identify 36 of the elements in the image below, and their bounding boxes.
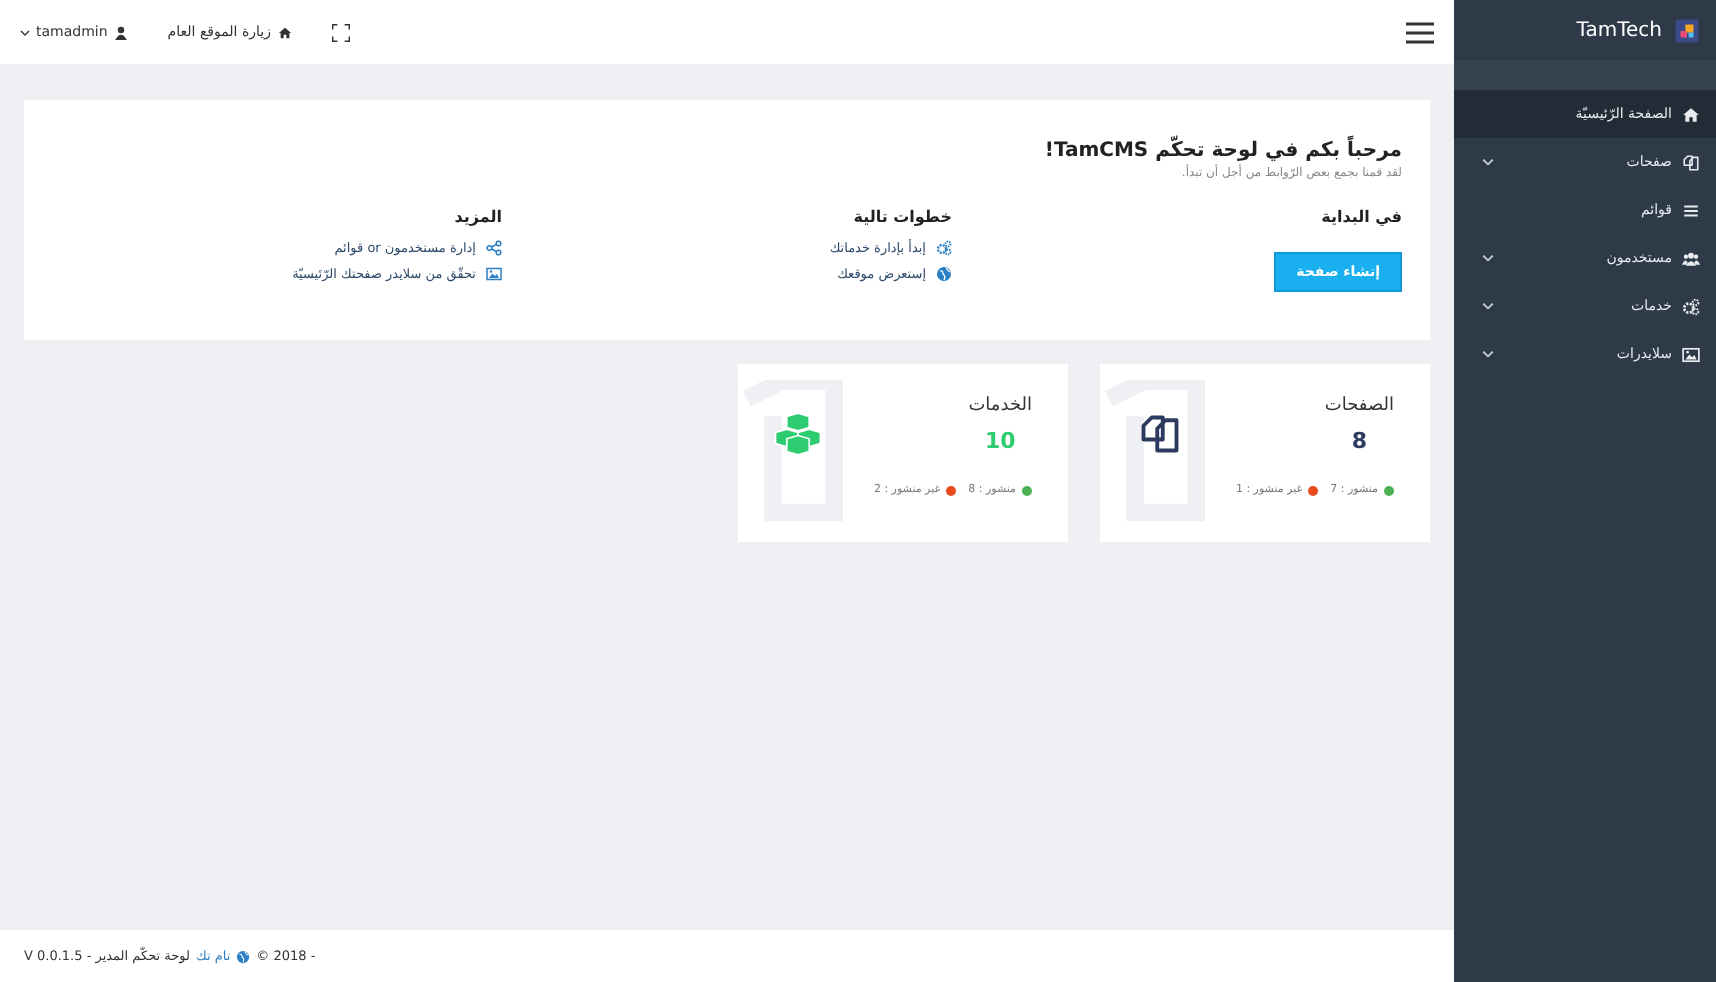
list-icon xyxy=(1682,201,1700,219)
stat-title: الصفحات xyxy=(1324,396,1394,416)
image-icon xyxy=(1682,345,1700,363)
chevron-down-icon xyxy=(20,29,30,35)
copy-pages-icon xyxy=(1136,412,1184,456)
copy-pages-icon xyxy=(1682,153,1700,171)
column-heading: خطوات تالية xyxy=(853,208,952,226)
globe-icon xyxy=(936,266,952,282)
status-dot xyxy=(946,485,957,495)
stat-count: 8 xyxy=(1351,428,1368,454)
stat-count: 10 xyxy=(984,428,1016,454)
gears-icon xyxy=(1682,297,1700,315)
chevron-down-icon xyxy=(1482,350,1494,358)
chevron-down-icon xyxy=(1482,302,1494,310)
column-heading: في البداية xyxy=(1321,208,1402,226)
home-icon xyxy=(1682,105,1700,123)
user-icon xyxy=(113,25,128,39)
status-dot xyxy=(1022,485,1032,495)
chevron-down-icon xyxy=(1482,158,1494,166)
image-icon xyxy=(486,266,502,282)
logo-icon xyxy=(1674,17,1700,43)
stat-title: الخدمات xyxy=(968,396,1032,416)
status-dot xyxy=(1308,485,1319,495)
menu-icon[interactable] xyxy=(1406,21,1434,43)
share-icon xyxy=(486,240,502,256)
status-dot xyxy=(1384,485,1394,495)
fullscreen-icon[interactable] xyxy=(331,23,349,41)
home-icon xyxy=(277,25,291,39)
users-icon xyxy=(1682,249,1700,267)
globe-icon xyxy=(236,949,251,963)
cubes-icon xyxy=(774,412,822,456)
chevron-down-icon xyxy=(1482,254,1494,262)
welcome-title: مرحباً بكم في لوحة تحكّم TamCMS! xyxy=(52,140,1402,162)
brand-name: TamTech xyxy=(1576,19,1662,41)
gears-icon xyxy=(936,240,952,256)
column-heading: المزيد xyxy=(454,208,502,226)
